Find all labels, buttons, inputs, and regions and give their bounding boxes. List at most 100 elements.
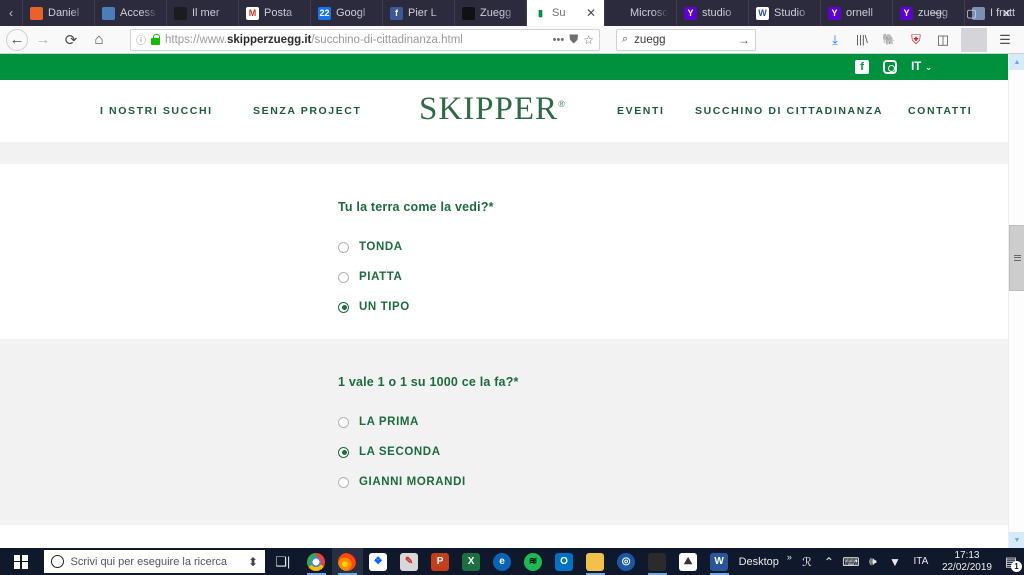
radio-button[interactable] bbox=[338, 241, 349, 253]
taskbar-search-box[interactable]: Scrivi qui per eseguire la ricerca ⬍ bbox=[43, 550, 265, 573]
browser-tab[interactable]: Access bbox=[94, 0, 166, 26]
browser-tab[interactable]: f Pier L bbox=[382, 0, 454, 26]
radio-button-selected[interactable] bbox=[338, 301, 349, 313]
option-label: TONDA bbox=[359, 241, 403, 253]
nav-item-i-nostri-succhi[interactable]: I NOSTRI SUCCHI bbox=[100, 105, 213, 117]
question-2-option-gianni-morandi[interactable]: GIANNI MORANDI bbox=[338, 467, 1008, 497]
taskbar-app-app-dark[interactable] bbox=[642, 548, 673, 575]
reader-mode-icon[interactable]: ⛊ bbox=[569, 32, 578, 47]
browser-tab[interactable]: Microsoft bbox=[604, 0, 676, 26]
reload-button[interactable]: ⟳ bbox=[58, 28, 84, 52]
clock-date: 22/02/2019 bbox=[941, 561, 992, 573]
forward-button[interactable]: → bbox=[30, 28, 56, 52]
fav-mountain-icon bbox=[174, 6, 187, 20]
radio-button[interactable] bbox=[338, 416, 349, 428]
taskbar-app-powerpoint[interactable]: P bbox=[425, 548, 456, 575]
windows-taskbar: Scrivi qui per eseguire la ricerca ⬍ ❑| … bbox=[0, 548, 1024, 575]
taskbar-app-excel[interactable]: X bbox=[456, 548, 487, 575]
address-bar[interactable]: ⓘ https://www.skipperzuegg.it/succhino-d… bbox=[130, 28, 600, 51]
dropbox-tray-icon[interactable]: ▼ bbox=[884, 548, 906, 575]
question-1-option-un-tipo[interactable]: UN TIPO bbox=[338, 292, 1008, 322]
taskbar-app-teamviewer[interactable]: ◎ bbox=[611, 548, 642, 575]
facebook-icon[interactable]: f bbox=[855, 60, 870, 74]
search-icon: ⌕ bbox=[622, 33, 629, 45]
browser-tab[interactable]: W Studio bbox=[748, 0, 820, 26]
toolbar-overflow-chevrons[interactable]: » bbox=[783, 552, 796, 562]
close-button[interactable]: ✕ bbox=[989, 0, 1024, 26]
volume-icon[interactable]: 🕪 bbox=[862, 548, 884, 575]
notification-center-button[interactable]: ▤ 1 bbox=[998, 548, 1024, 575]
start-button[interactable] bbox=[0, 548, 42, 575]
show-hidden-icons-chevron[interactable]: ⌃ bbox=[818, 548, 840, 575]
keyboard-icon[interactable]: ⌨ bbox=[840, 548, 862, 575]
radio-button-selected[interactable] bbox=[338, 446, 349, 458]
browser-tab[interactable]: Yornell bbox=[820, 0, 892, 26]
radio-button[interactable] bbox=[338, 476, 349, 488]
system-tray: Desktop » ℛ ⌃ ⌨ 🕪 ▼ ITA 17:13 22/02/2019… bbox=[735, 548, 1024, 575]
minimize-button[interactable]: ― bbox=[919, 0, 954, 26]
radio-button[interactable] bbox=[338, 271, 349, 283]
fav-access-icon bbox=[102, 6, 115, 20]
nav-item-senza-project[interactable]: SENZA PROJECT bbox=[253, 105, 362, 117]
sidebar-icon[interactable]: ◫ bbox=[930, 28, 956, 52]
language-indicator[interactable]: ITA bbox=[906, 548, 936, 575]
option-label: PIATTA bbox=[359, 271, 403, 283]
browser-tab[interactable]: Daniel bbox=[22, 0, 94, 26]
search-bar[interactable]: ⌕ zuegg → bbox=[616, 28, 756, 51]
evernote-icon[interactable]: 🐘 bbox=[876, 28, 902, 52]
people-icon[interactable]: ℛ bbox=[796, 548, 818, 575]
tab-title: Microsoft bbox=[630, 7, 668, 19]
scrollbar-thumb[interactable] bbox=[1009, 225, 1024, 291]
search-input-value[interactable]: zuegg bbox=[634, 34, 665, 46]
tab-close-icon[interactable]: ✕ bbox=[586, 7, 596, 19]
nav-item-eventi[interactable]: EVENTI bbox=[617, 105, 665, 117]
nav-item-succhino-di-cittadinanza[interactable]: SUCCHINO DI CITTADINANZA bbox=[695, 105, 883, 117]
maximize-button[interactable]: ▢ bbox=[954, 0, 989, 26]
question-2-option-la-prima[interactable]: LA PRIMA bbox=[338, 407, 1008, 437]
browser-tab[interactable]: Ystudio bbox=[676, 0, 748, 26]
site-logo[interactable]: SKIPPER® bbox=[419, 91, 566, 128]
microphone-icon[interactable]: ⬍ bbox=[248, 555, 258, 569]
taskbar-app-edge[interactable]: e bbox=[487, 548, 518, 575]
site-info-icon[interactable]: ⓘ bbox=[136, 32, 146, 47]
browser-tab[interactable]: 22 Googl bbox=[310, 0, 382, 26]
desktop-toolbar-label[interactable]: Desktop bbox=[735, 556, 783, 568]
nav-item-contatti[interactable]: CONTATTI bbox=[908, 105, 972, 117]
taskbar-app-photos[interactable]: ⛰ bbox=[673, 548, 704, 575]
taskbar-app-outlook[interactable]: O bbox=[549, 548, 580, 575]
taskbar-app-file-explorer[interactable] bbox=[580, 548, 611, 575]
taskbar-app-firefox[interactable] bbox=[331, 548, 363, 575]
bookmark-star-icon[interactable]: ☆ bbox=[583, 33, 594, 47]
scrollbar-down-arrow[interactable]: ▼ bbox=[1009, 532, 1024, 548]
taskbar-app-dropbox[interactable]: ❖ bbox=[363, 548, 394, 575]
taskbar-app-spotify[interactable]: ≋ bbox=[518, 548, 549, 575]
favicon-icon bbox=[612, 7, 625, 20]
question-1-option-tonda[interactable]: TONDA bbox=[338, 232, 1008, 262]
instagram-icon[interactable] bbox=[883, 60, 898, 74]
browser-tab[interactable]: Il mer bbox=[166, 0, 238, 26]
page-actions-icon[interactable]: ••• bbox=[553, 34, 565, 46]
home-button[interactable]: ⌂ bbox=[86, 28, 112, 52]
question-1-option-piatta[interactable]: PIATTA bbox=[338, 262, 1008, 292]
tabstrip-scroll-left-button[interactable]: ‹ bbox=[0, 0, 22, 26]
language-selector[interactable]: IT ⌄ bbox=[911, 61, 932, 73]
dropbox-icon: ❖ bbox=[369, 552, 388, 571]
search-go-icon[interactable]: → bbox=[738, 33, 750, 47]
pocket-icon[interactable]: ⛨ bbox=[903, 28, 929, 52]
clock[interactable]: 17:13 22/02/2019 bbox=[936, 550, 998, 573]
browser-tab[interactable]: ▮ Su ✕ bbox=[526, 0, 604, 26]
browser-tab[interactable]: Zuegg bbox=[454, 0, 526, 26]
scrollbar-up-arrow[interactable]: ▲ bbox=[1009, 54, 1024, 70]
downloads-icon[interactable]: ⤓ bbox=[822, 28, 848, 52]
taskbar-app-chrome[interactable] bbox=[301, 548, 332, 575]
taskbar-app-word[interactable]: W bbox=[704, 548, 735, 575]
browser-tab[interactable]: M Posta bbox=[238, 0, 310, 26]
library-icon[interactable]: |||\ bbox=[849, 28, 875, 52]
task-view-button[interactable]: ❑| bbox=[265, 554, 301, 570]
page-scrollbar[interactable]: ▲ ▼ bbox=[1008, 54, 1024, 548]
option-label: UN TIPO bbox=[359, 301, 410, 313]
app-menu-icon[interactable]: ☰ bbox=[992, 28, 1018, 52]
taskbar-app-paint[interactable]: ✎ bbox=[394, 548, 425, 575]
question-2-option-la-seconda[interactable]: LA SECONDA bbox=[338, 437, 1008, 467]
back-button[interactable]: ← bbox=[6, 28, 28, 51]
